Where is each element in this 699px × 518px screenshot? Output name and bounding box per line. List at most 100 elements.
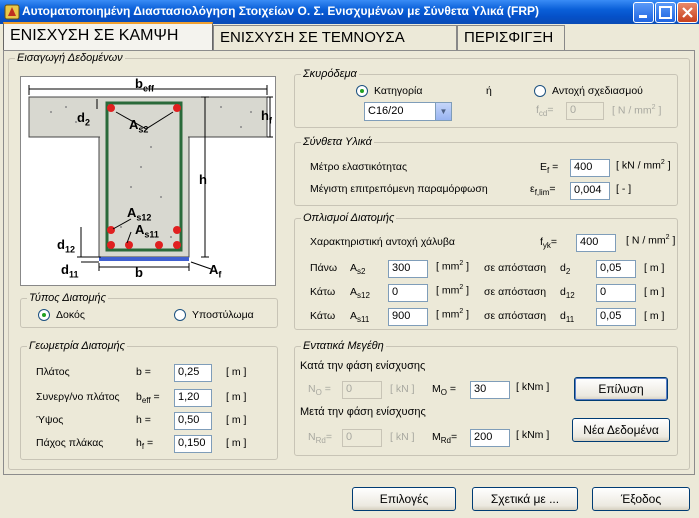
- as2-input[interactable]: 300: [388, 260, 428, 278]
- solve-button[interactable]: Επίλυση: [574, 377, 668, 401]
- as12-symbol: As12: [350, 286, 370, 301]
- fyk-unit: [ N / mm2 ]: [626, 234, 676, 247]
- exit-button[interactable]: Έξοδος: [592, 487, 690, 511]
- as12-input[interactable]: 0: [388, 284, 428, 302]
- height-unit: [ m ]: [226, 414, 247, 426]
- d2-input[interactable]: 0,05: [596, 260, 636, 278]
- composite-legend: Σύνθετα Υλικά: [303, 136, 372, 148]
- as2-symbol: As2: [350, 262, 366, 277]
- concrete-grade-select[interactable]: C16/20 ▼: [364, 102, 452, 121]
- maximize-button[interactable]: [655, 2, 676, 23]
- as12-distance-label: σε απόσταση: [484, 286, 547, 298]
- diagram-hf-label: hf: [261, 108, 272, 126]
- mrd-symbol: MRd=: [432, 431, 458, 446]
- minimize-button[interactable]: [633, 2, 654, 23]
- modulus-input[interactable]: 400: [570, 159, 610, 177]
- radio-column-label: Υποστύλωμα: [192, 309, 254, 321]
- modulus-symbol: Ef =: [540, 161, 559, 176]
- m0-symbol: MO =: [432, 383, 457, 398]
- tab-flexure[interactable]: ΕΝΙΣΧΥΣΗ ΣΕ ΚΑΜΨΗ: [3, 22, 213, 51]
- nrd-symbol: NRd=: [308, 431, 332, 446]
- about-button[interactable]: Σχετικά με ...: [472, 487, 578, 511]
- d12-input[interactable]: 0: [596, 284, 636, 302]
- d12-symbol: d12: [560, 286, 575, 301]
- d11-symbol: d11: [560, 310, 575, 325]
- radio-category[interactable]: [356, 85, 368, 97]
- after-strengthening-label: Μετά την φάση ενίσχυσης: [300, 406, 426, 418]
- concrete-legend: Σκυρόδεμα: [303, 68, 357, 80]
- nrd-unit: [ kN ]: [390, 431, 415, 443]
- modulus-label: Μέτρο ελαστικότητας: [310, 161, 408, 173]
- width-input[interactable]: 0,25: [174, 364, 212, 382]
- diagram-as2-label: As2: [129, 117, 149, 135]
- close-button[interactable]: [677, 2, 698, 23]
- tab-shear[interactable]: ΕΝΙΣΧΥΣΗ ΣΕ ΤΕΜΝΟΥΣΑ: [213, 25, 457, 50]
- top-pos-label: Πάνω: [310, 262, 338, 274]
- app-icon: [4, 4, 20, 20]
- slab-thickness-input[interactable]: 0,150: [174, 435, 212, 453]
- fcd-input[interactable]: 0: [566, 102, 604, 120]
- n0-symbol: NO =: [308, 383, 331, 398]
- options-button[interactable]: Επιλογές: [352, 487, 456, 511]
- radio-category-label: Κατηγορία: [374, 85, 423, 97]
- m0-unit: [ kNm ]: [516, 381, 550, 393]
- eff-width-unit: [ m ]: [226, 391, 247, 403]
- section-type-legend: Τύπος Διατομής: [29, 292, 106, 304]
- diagram-b-label: b: [135, 265, 143, 280]
- forces-legend: Εντατικά Μεγέθη: [303, 340, 384, 352]
- radio-beam[interactable]: [38, 309, 50, 321]
- input-group-legend: Εισαγωγή Δεδομένων: [17, 52, 123, 64]
- as11-distance-label: σε απόσταση: [484, 310, 547, 322]
- strain-symbol: εf,lim=: [530, 183, 556, 198]
- diagram-d12-label: d12: [57, 237, 75, 255]
- d2-symbol: d2: [560, 262, 571, 277]
- tab-confinement[interactable]: ΠΕΡΙΣΦΙΓΞΗ: [457, 25, 565, 50]
- d11-input[interactable]: 0,05: [596, 308, 636, 326]
- m0-input[interactable]: 30: [470, 381, 510, 399]
- width-label: Πλάτος: [36, 366, 70, 378]
- as11-unit: [ mm2 ]: [436, 308, 470, 321]
- geometry-legend: Γεωμετρία Διατομής: [29, 340, 125, 352]
- bottom-pos-label-1: Κάτω: [310, 286, 336, 298]
- d12-unit: [ m ]: [644, 286, 665, 298]
- fyk-symbol: fyk=: [540, 236, 558, 251]
- diagram-h-label: h: [199, 172, 207, 187]
- fcd-unit: [ N / mm2 ]: [612, 104, 662, 117]
- mrd-input[interactable]: 200: [470, 429, 510, 447]
- window-title: Αυτοματοποιημένη Διαστασιολόγηση Στοιχεί…: [22, 4, 540, 18]
- height-label: Ύψος: [36, 414, 64, 426]
- mrd-unit: [ kNm ]: [516, 429, 550, 441]
- height-symbol: h =: [136, 414, 151, 426]
- nrd-input[interactable]: 0: [342, 429, 382, 447]
- n0-input[interactable]: 0: [342, 381, 382, 399]
- eff-width-symbol: beff =: [136, 391, 160, 406]
- concrete-group: Σκυρόδεμα: [294, 68, 678, 128]
- as11-symbol: As11: [350, 310, 370, 325]
- radio-design-strength[interactable]: [534, 85, 546, 97]
- chevron-down-icon[interactable]: ▼: [435, 103, 451, 120]
- as12-unit: [ mm2 ]: [436, 284, 470, 297]
- as2-distance-label: σε απόσταση: [484, 262, 547, 274]
- n0-unit: [ kN ]: [390, 383, 415, 395]
- slab-thickness-label: Πάχος πλάκας: [36, 437, 104, 449]
- d11-unit: [ m ]: [644, 310, 665, 322]
- or-label: ή: [486, 85, 492, 97]
- fyk-input[interactable]: 400: [576, 234, 616, 252]
- width-unit: [ m ]: [226, 366, 247, 378]
- radio-column[interactable]: [174, 309, 186, 321]
- eff-width-label: Συνεργ/νο πλάτος: [36, 391, 120, 403]
- diagram-d11-label: d11: [61, 262, 79, 280]
- slab-thickness-symbol: hf =: [136, 437, 154, 452]
- height-input[interactable]: 0,50: [174, 412, 212, 430]
- section-diagram: beff d2 hf As2 h As12 As11 d12 d11 b Af: [20, 76, 276, 286]
- as11-input[interactable]: 900: [388, 308, 428, 326]
- strain-label: Μέγιστη επιτρεπόμενη παραμόρφωση: [310, 183, 488, 195]
- strain-input[interactable]: 0,004: [570, 182, 610, 200]
- fyk-label: Χαρακτηριστική αντοχή χάλυβα: [310, 236, 455, 248]
- modulus-unit: [ kN / mm2 ]: [616, 159, 671, 172]
- eff-width-input[interactable]: 1,20: [174, 389, 212, 407]
- diagram-as11-label: As11: [135, 222, 159, 240]
- width-symbol: b =: [136, 366, 151, 378]
- slab-thickness-unit: [ m ]: [226, 437, 247, 449]
- new-data-button[interactable]: Νέα Δεδομένα: [572, 418, 670, 442]
